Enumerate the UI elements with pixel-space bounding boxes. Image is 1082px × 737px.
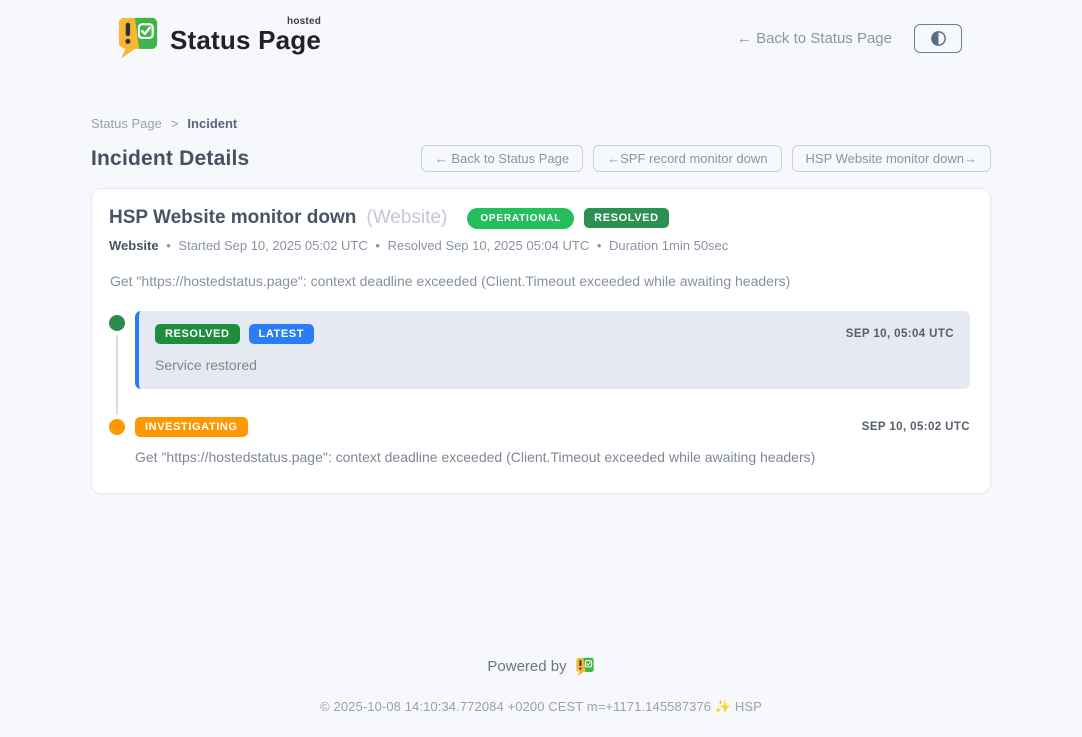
timeline-entry-resolved: RESOLVED LATEST SEP 10, 05:04 UTC Servic…: [109, 311, 970, 389]
brand-logo-icon: [116, 14, 160, 60]
incident-timeline: RESOLVED LATEST SEP 10, 05:04 UTC Servic…: [109, 311, 970, 465]
back-to-status-page-link[interactable]: ← Back to Status Page: [737, 30, 892, 47]
contrast-icon: [929, 29, 948, 48]
copyright-line: © 2025-10-08 14:10:34.772084 +0200 CEST …: [0, 699, 1082, 715]
back-to-status-page-button[interactable]: ← Back to Status Page: [421, 145, 583, 172]
breadcrumb-separator: >: [171, 116, 179, 131]
prev-incident-button[interactable]: ←SPF record monitor down: [593, 145, 781, 172]
timeline-timestamp: SEP 10, 05:04 UTC: [846, 328, 954, 340]
page-root: hosted Status Page ← Back to Status Page…: [0, 0, 1082, 737]
timeline-update-header: INVESTIGATING SEP 10, 05:02 UTC: [135, 417, 970, 437]
timeline-update-plain: INVESTIGATING SEP 10, 05:02 UTC Get "htt…: [135, 415, 970, 465]
meta-component: Website: [109, 238, 159, 253]
incident-card: HSP Website monitor down (Website) OPERA…: [91, 188, 991, 494]
meta-separator: •: [375, 238, 380, 253]
timeline-update-header: RESOLVED LATEST SEP 10, 05:04 UTC: [155, 324, 954, 344]
theme-toggle-button[interactable]: [914, 24, 962, 53]
brand-name: Status Page: [170, 27, 321, 54]
timeline-timestamp: SEP 10, 05:02 UTC: [862, 421, 970, 433]
breadcrumb-incident: Incident: [187, 116, 237, 131]
title-row: Incident Details ← Back to Status Page ←…: [91, 145, 991, 172]
incident-component: (Website): [366, 207, 447, 229]
breadcrumb-status-page[interactable]: Status Page: [91, 116, 162, 131]
header: hosted Status Page ← Back to Status Page: [0, 0, 1082, 60]
timeline-update-box: RESOLVED LATEST SEP 10, 05:04 UTC Servic…: [135, 311, 970, 389]
timeline-message: Service restored: [155, 357, 954, 373]
incident-title: HSP Website monitor down: [109, 207, 356, 229]
page-title: Incident Details: [91, 147, 249, 171]
meta-separator: •: [597, 238, 602, 253]
resolved-status-badge: RESOLVED: [584, 208, 669, 228]
powered-by-label: Powered by: [487, 658, 566, 675]
timeline-message: Get "https://hostedstatus.page": context…: [135, 449, 970, 465]
latest-update-badge: LATEST: [249, 324, 315, 344]
resolved-update-badge: RESOLVED: [155, 324, 240, 344]
powered-by-logo-icon[interactable]: [575, 656, 595, 677]
incident-description: Get "https://hostedstatus.page": context…: [110, 273, 970, 289]
brand-logo[interactable]: hosted Status Page: [116, 14, 321, 60]
brand-logo-text: hosted Status Page: [170, 14, 321, 54]
investigating-update-badge: INVESTIGATING: [135, 417, 248, 437]
footer: Powered by © 2025-10-08 14:10:34.772084 …: [0, 656, 1082, 737]
breadcrumb: Status Page > Incident: [91, 116, 991, 131]
incident-nav-buttons: ← Back to Status Page ←SPF record monito…: [421, 145, 991, 172]
next-incident-button[interactable]: HSP Website monitor down→: [792, 145, 991, 172]
meta-duration: Duration 1min 50sec: [609, 238, 728, 253]
incident-meta: Website • Started Sep 10, 2025 05:02 UTC…: [109, 238, 970, 253]
timeline-dot-orange: [109, 419, 125, 435]
meta-separator: •: [166, 238, 171, 253]
incident-card-header: HSP Website monitor down (Website) OPERA…: [109, 207, 970, 229]
operational-badge: OPERATIONAL: [467, 208, 574, 229]
meta-resolved: Resolved Sep 10, 2025 05:04 UTC: [388, 238, 590, 253]
main-content: Status Page > Incident Incident Details …: [91, 60, 991, 494]
timeline-dot-green: [109, 315, 125, 331]
powered-by: Powered by: [0, 656, 1082, 677]
meta-started: Started Sep 10, 2025 05:02 UTC: [178, 238, 367, 253]
timeline-entry-investigating: INVESTIGATING SEP 10, 05:02 UTC Get "htt…: [109, 415, 970, 465]
header-actions: ← Back to Status Page: [737, 24, 962, 53]
